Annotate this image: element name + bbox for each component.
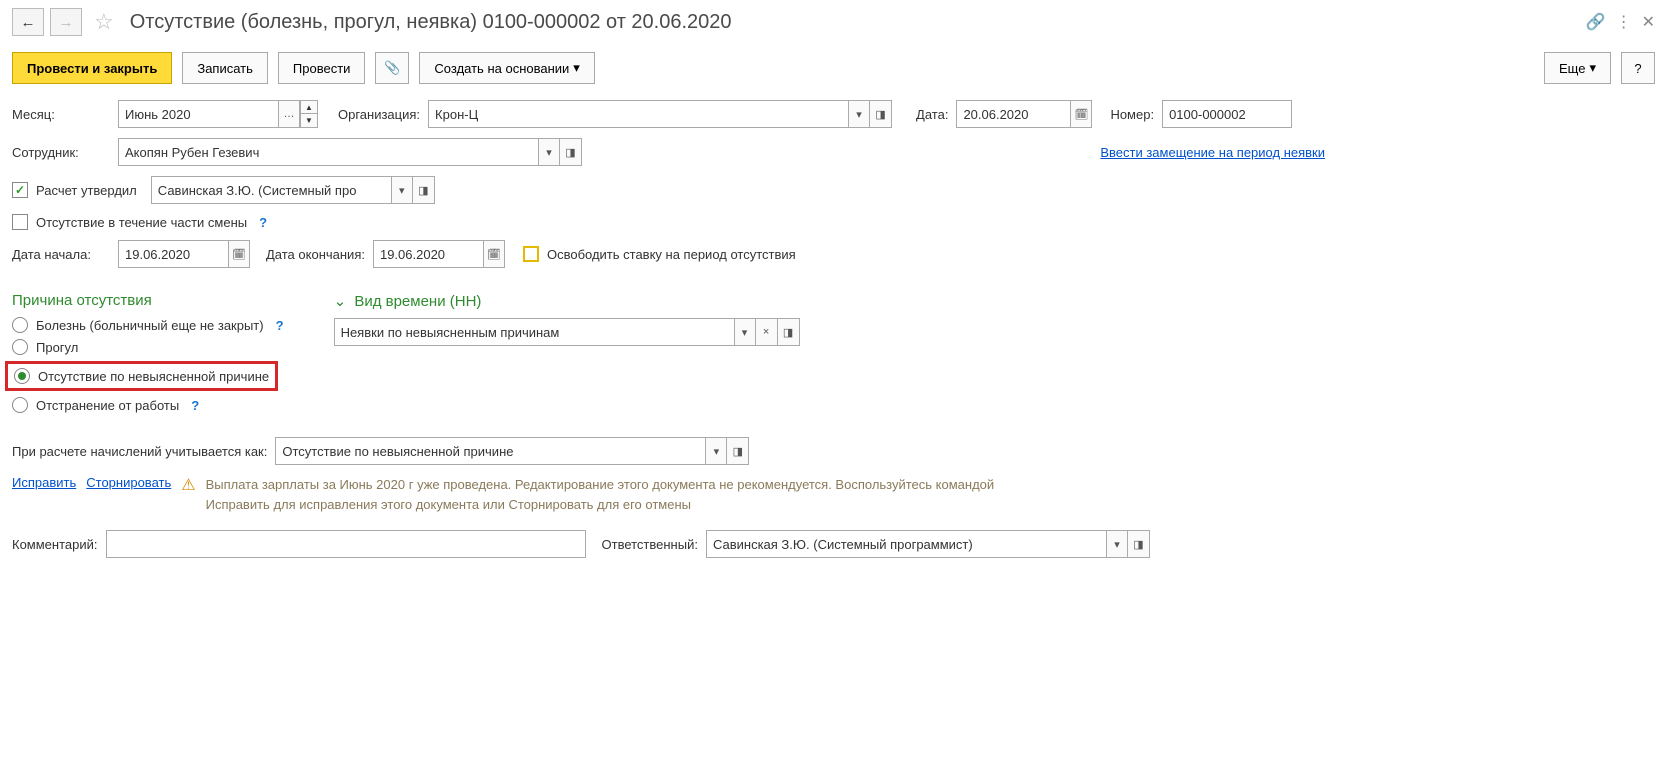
organization-input[interactable]: Крон-Ц	[428, 100, 848, 128]
number-input[interactable]: 0100-000002	[1162, 100, 1292, 128]
partial-shift-checkbox[interactable]	[12, 214, 28, 230]
fix-link[interactable]: Исправить	[12, 475, 76, 490]
month-down-button[interactable]: ▼	[300, 114, 318, 128]
vacate-position-checkbox[interactable]	[523, 246, 539, 262]
chevron-down-icon: ▾	[1589, 60, 1596, 76]
end-date-label: Дата окончания:	[266, 247, 365, 262]
accrual-method-dropdown-button[interactable]: ▾	[705, 437, 727, 465]
reason-unknown-highlight: Отсутствие по невыясненной причине	[5, 361, 278, 391]
date-calendar-button[interactable]: 🗓	[1070, 100, 1092, 128]
reason-suspension-label: Отстранение от работы	[36, 398, 179, 413]
collapse-chevron-icon: ⌄	[334, 293, 347, 310]
reason-sick-radio[interactable]	[12, 317, 28, 333]
comment-label: Комментарий:	[12, 537, 98, 552]
start-date-input[interactable]: 19.06.2020	[118, 240, 228, 268]
reason-suspension-radio[interactable]	[12, 397, 28, 413]
comment-input[interactable]	[106, 530, 586, 558]
employee-open-button[interactable]: ◨	[560, 138, 582, 166]
responsible-dropdown-button[interactable]: ▾	[1106, 530, 1128, 558]
employee-dropdown-button[interactable]: ▾	[538, 138, 560, 166]
reason-unknown-radio[interactable]	[14, 368, 30, 384]
warning-text: Выплата зарплаты за Июнь 2020 г уже пров…	[206, 475, 1026, 514]
reason-suspension-help-icon[interactable]: ?	[191, 398, 199, 413]
attach-button[interactable]: 📎	[375, 52, 409, 84]
link-icon[interactable]: 🔗	[1586, 12, 1606, 32]
number-label: Номер:	[1110, 107, 1154, 122]
partial-shift-help-icon[interactable]: ?	[259, 215, 267, 230]
reason-sick-help-icon[interactable]: ?	[276, 318, 284, 333]
paperclip-icon: 📎	[384, 60, 400, 76]
reason-sick-label: Болезнь (больничный еще не закрыт)	[36, 318, 264, 333]
kebab-menu-icon[interactable]: ⋮	[1616, 12, 1632, 32]
approver-dropdown-button[interactable]: ▾	[391, 176, 413, 204]
create-based-on-button[interactable]: Создать на основании ▾	[419, 52, 594, 84]
time-type-dropdown-button[interactable]: ▾	[734, 318, 756, 346]
time-type-input[interactable]: Неявки по невыясненным причинам	[334, 318, 734, 346]
close-icon[interactable]: ✕	[1642, 12, 1655, 32]
nav-back-button[interactable]: ←	[12, 8, 44, 36]
month-label: Месяц:	[12, 107, 110, 122]
vacate-position-label: Освободить ставку на период отсутствия	[547, 247, 796, 262]
post-button[interactable]: Провести	[278, 52, 366, 84]
employee-label: Сотрудник:	[12, 145, 110, 160]
responsible-label: Ответственный:	[602, 537, 698, 552]
month-up-button[interactable]: ▲	[300, 100, 318, 114]
reason-truancy-label: Прогул	[36, 340, 78, 355]
end-date-calendar-button[interactable]: 🗓	[483, 240, 505, 268]
employee-input[interactable]: Акопян Рубен Гезевич	[118, 138, 538, 166]
help-button[interactable]: ?	[1621, 52, 1655, 84]
time-type-heading[interactable]: ⌄ Вид времени (НН)	[334, 292, 1655, 310]
start-date-label: Дата начала:	[12, 247, 110, 262]
organization-label: Организация:	[338, 107, 420, 122]
approver-input[interactable]: Савинская З.Ю. (Системный про	[151, 176, 391, 204]
month-select-button[interactable]: …	[278, 100, 300, 128]
post-and-close-button[interactable]: Провести и закрыть	[12, 52, 172, 84]
date-label: Дата:	[916, 107, 948, 122]
date-input[interactable]: 20.06.2020	[956, 100, 1070, 128]
time-type-clear-button[interactable]: ×	[756, 318, 778, 346]
reason-unknown-label: Отсутствие по невыясненной причине	[38, 369, 269, 384]
time-type-open-button[interactable]: ◨	[778, 318, 800, 346]
end-date-input[interactable]: 19.06.2020	[373, 240, 483, 268]
warning-icon: ⚠	[181, 475, 195, 495]
organization-dropdown-button[interactable]: ▾	[848, 100, 870, 128]
reason-heading: Причина отсутствия	[12, 292, 284, 309]
responsible-open-button[interactable]: ◨	[1128, 530, 1150, 558]
responsible-input[interactable]: Савинская З.Ю. (Системный программист)	[706, 530, 1106, 558]
approver-open-button[interactable]: ◨	[413, 176, 435, 204]
nav-forward-button[interactable]: →	[50, 8, 82, 36]
chevron-down-icon: ▾	[573, 60, 580, 76]
reverse-link[interactable]: Сторнировать	[86, 475, 171, 490]
start-date-calendar-button[interactable]: 🗓	[228, 240, 250, 268]
favorite-star-icon[interactable]: ☆	[94, 9, 114, 35]
accrual-method-label: При расчете начислений учитывается как:	[12, 444, 267, 459]
reason-truancy-radio[interactable]	[12, 339, 28, 355]
accrual-method-input[interactable]: Отсутствие по невыясненной причине	[275, 437, 705, 465]
page-title: Отсутствие (болезнь, прогул, неявка) 010…	[130, 11, 1580, 34]
calc-approved-label: Расчет утвердил	[36, 183, 137, 198]
month-input[interactable]: Июнь 2020	[118, 100, 278, 128]
partial-shift-label: Отсутствие в течение части смены	[36, 215, 247, 230]
accrual-method-open-button[interactable]: ◨	[727, 437, 749, 465]
organization-open-button[interactable]: ◨	[870, 100, 892, 128]
calc-approved-checkbox[interactable]: ✓	[12, 182, 28, 198]
more-button[interactable]: Еще ▾	[1544, 52, 1611, 84]
substitution-link[interactable]: Ввести замещение на период неявки	[1100, 145, 1325, 160]
save-button[interactable]: Записать	[182, 52, 268, 84]
